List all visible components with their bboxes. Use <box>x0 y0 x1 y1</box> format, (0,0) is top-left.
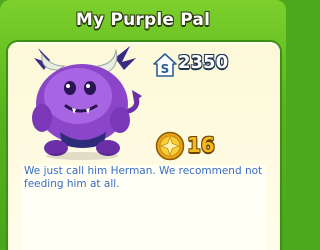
description-box: We just call him Herman. We recommend no… <box>22 165 266 250</box>
gold-coin-icon <box>155 131 185 161</box>
house-cost-icon: S <box>153 53 177 77</box>
description-text: We just call him Herman. We recommend no… <box>24 165 263 190</box>
house-icon-letter: S <box>161 62 170 76</box>
price-value: 2350 <box>178 52 229 73</box>
purple-pet-illustration <box>32 46 142 160</box>
dialog-title: My Purple Pal <box>75 10 211 30</box>
reward-value: 16 <box>187 133 215 157</box>
